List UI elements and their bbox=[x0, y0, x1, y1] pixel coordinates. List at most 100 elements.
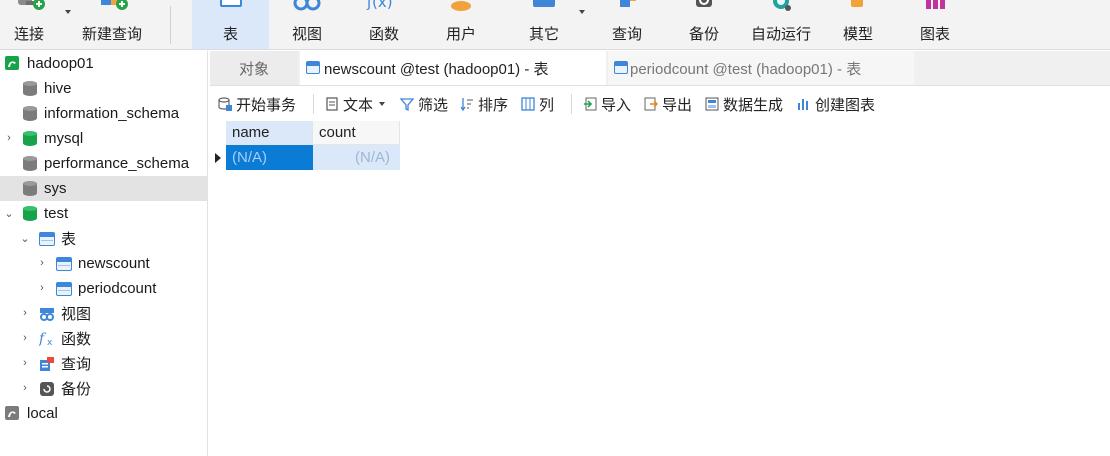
chart-button[interactable]: 图表 bbox=[906, 0, 964, 49]
column-header-count[interactable]: count bbox=[313, 121, 400, 145]
chevron-down-icon[interactable]: ⌄ bbox=[4, 208, 14, 220]
tree-functions-group[interactable]: › fx 函数 bbox=[0, 326, 208, 351]
others-tools-icon bbox=[529, 0, 559, 11]
svg-text:f: f bbox=[39, 331, 47, 346]
automation-robot-icon bbox=[766, 0, 796, 11]
chart-bars-icon bbox=[797, 97, 811, 111]
create-chart-label: 创建图表 bbox=[815, 96, 876, 114]
chevron-right-icon[interactable]: › bbox=[4, 132, 14, 144]
tree-table-newscount[interactable]: › newscount bbox=[0, 251, 208, 276]
chevron-right-icon[interactable]: › bbox=[37, 282, 47, 294]
tree-db-test[interactable]: ⌄ test bbox=[0, 201, 208, 226]
table-button[interactable]: 表 bbox=[192, 0, 269, 49]
tab-label: periodcount @test (hadoop01) - 表 bbox=[630, 60, 862, 78]
database-icon bbox=[23, 81, 37, 97]
chevron-down-icon[interactable]: ⌄ bbox=[20, 233, 30, 245]
svg-text:x: x bbox=[47, 338, 53, 346]
tree-db-sys[interactable]: sys bbox=[0, 176, 208, 201]
table-cell-name[interactable]: (N/A) bbox=[226, 145, 313, 170]
query-button[interactable]: 查询 bbox=[598, 0, 656, 49]
filter-funnel-icon bbox=[399, 97, 415, 112]
chevron-right-icon[interactable]: › bbox=[20, 307, 30, 319]
data-generation-button[interactable]: 数据生成 bbox=[705, 94, 783, 114]
begin-transaction-button[interactable]: 开始事务 bbox=[218, 94, 296, 114]
tab-newscount[interactable]: newscount @test (hadoop01) - 表 bbox=[300, 51, 606, 85]
tree-db-information-schema[interactable]: information_schema bbox=[0, 101, 208, 126]
connection-label: hadoop01 bbox=[27, 55, 94, 72]
columns-button[interactable]: 列 bbox=[521, 94, 554, 114]
connection-plug-icon bbox=[12, 0, 46, 11]
import-icon bbox=[583, 97, 597, 111]
tab-label: newscount @test (hadoop01) - 表 bbox=[324, 60, 549, 78]
model-label: 模型 bbox=[842, 26, 873, 43]
chart-label: 图表 bbox=[919, 26, 950, 43]
database-icon bbox=[23, 156, 37, 172]
tab-periodcount[interactable]: periodcount @test (hadoop01) - 表 bbox=[608, 51, 914, 85]
new-query-icon bbox=[95, 0, 129, 11]
connect-dropdown-caret[interactable] bbox=[65, 10, 71, 14]
table-cell-count[interactable]: (N/A) bbox=[313, 145, 400, 170]
others-button[interactable]: 其它 bbox=[513, 0, 575, 49]
tree-views-group[interactable]: › 视图 bbox=[0, 301, 208, 326]
tree-db-mysql[interactable]: › mysql bbox=[0, 126, 208, 151]
database-label: hive bbox=[44, 80, 72, 97]
backup-icon bbox=[689, 0, 719, 11]
tree-queries-group[interactable]: › 查询 bbox=[0, 351, 208, 376]
chevron-down-icon[interactable] bbox=[379, 102, 386, 106]
tree-connection-local[interactable]: local bbox=[0, 401, 208, 426]
table-label: periodcount bbox=[78, 280, 157, 297]
current-row-indicator bbox=[210, 145, 226, 170]
chevron-right-icon[interactable]: › bbox=[37, 257, 47, 269]
chevron-right-icon[interactable]: › bbox=[20, 357, 30, 369]
tree-connection-hadoop01[interactable]: hadoop01 bbox=[0, 51, 208, 76]
user-button[interactable]: 用户 bbox=[432, 0, 490, 49]
function-button[interactable]: ʃ(x) 函数 bbox=[355, 0, 413, 49]
automation-label: 自动运行 bbox=[750, 26, 811, 43]
table-icon bbox=[306, 61, 320, 74]
sort-label: 排序 bbox=[478, 96, 509, 114]
column-header-name[interactable]: name bbox=[226, 121, 313, 145]
new-query-button[interactable]: 新建查询 bbox=[76, 0, 148, 49]
tab-objects[interactable]: 对象 bbox=[210, 51, 298, 85]
columns-label: 列 bbox=[539, 96, 555, 114]
import-button[interactable]: 导入 bbox=[583, 94, 631, 114]
chevron-right-icon[interactable]: › bbox=[20, 332, 30, 344]
database-label: test bbox=[44, 205, 69, 222]
import-label: 导入 bbox=[601, 96, 632, 114]
data-generation-icon bbox=[705, 97, 719, 111]
tree-tables-group[interactable]: ⌄ 表 bbox=[0, 226, 208, 251]
filter-button[interactable]: 筛选 bbox=[399, 94, 448, 114]
others-dropdown-caret[interactable] bbox=[579, 10, 585, 14]
new-query-label: 新建查询 bbox=[81, 26, 142, 43]
others-label: 其它 bbox=[528, 26, 559, 43]
toolbar-divider bbox=[571, 94, 572, 114]
database-open-icon bbox=[23, 206, 37, 222]
view-button[interactable]: 视图 bbox=[278, 0, 336, 49]
query-label: 查询 bbox=[611, 26, 642, 43]
views-label: 视图 bbox=[61, 306, 92, 323]
export-button[interactable]: 导出 bbox=[644, 94, 692, 114]
backup-button[interactable]: 备份 bbox=[675, 0, 733, 49]
connect-button[interactable]: 连接 bbox=[0, 0, 58, 49]
chevron-right-icon[interactable]: › bbox=[20, 382, 30, 394]
function-fx-icon: ʃ(x) bbox=[365, 0, 403, 11]
table-icon bbox=[614, 61, 628, 74]
table-icon bbox=[56, 282, 72, 296]
automation-button[interactable]: 自动运行 bbox=[747, 0, 815, 49]
backups-label: 备份 bbox=[61, 381, 92, 398]
create-chart-button[interactable]: 创建图表 bbox=[797, 94, 875, 114]
view-glasses-icon bbox=[39, 306, 55, 322]
connection-label: local bbox=[27, 405, 58, 422]
tree-db-performance-schema[interactable]: performance_schema bbox=[0, 151, 208, 176]
model-button[interactable]: 模型 bbox=[829, 0, 887, 49]
text-view-button[interactable]: 文本 bbox=[325, 94, 386, 114]
sort-button[interactable]: 排序 bbox=[460, 94, 508, 114]
database-label: performance_schema bbox=[44, 155, 190, 172]
tree-table-periodcount[interactable]: › periodcount bbox=[0, 276, 208, 301]
sort-icon bbox=[460, 97, 474, 112]
tables-group-label: 表 bbox=[61, 231, 77, 248]
tree-backups-group[interactable]: › 备份 bbox=[0, 376, 208, 401]
mysql-connection-icon bbox=[4, 55, 20, 71]
table-group-icon bbox=[39, 232, 55, 246]
tree-db-hive[interactable]: hive bbox=[0, 76, 208, 101]
